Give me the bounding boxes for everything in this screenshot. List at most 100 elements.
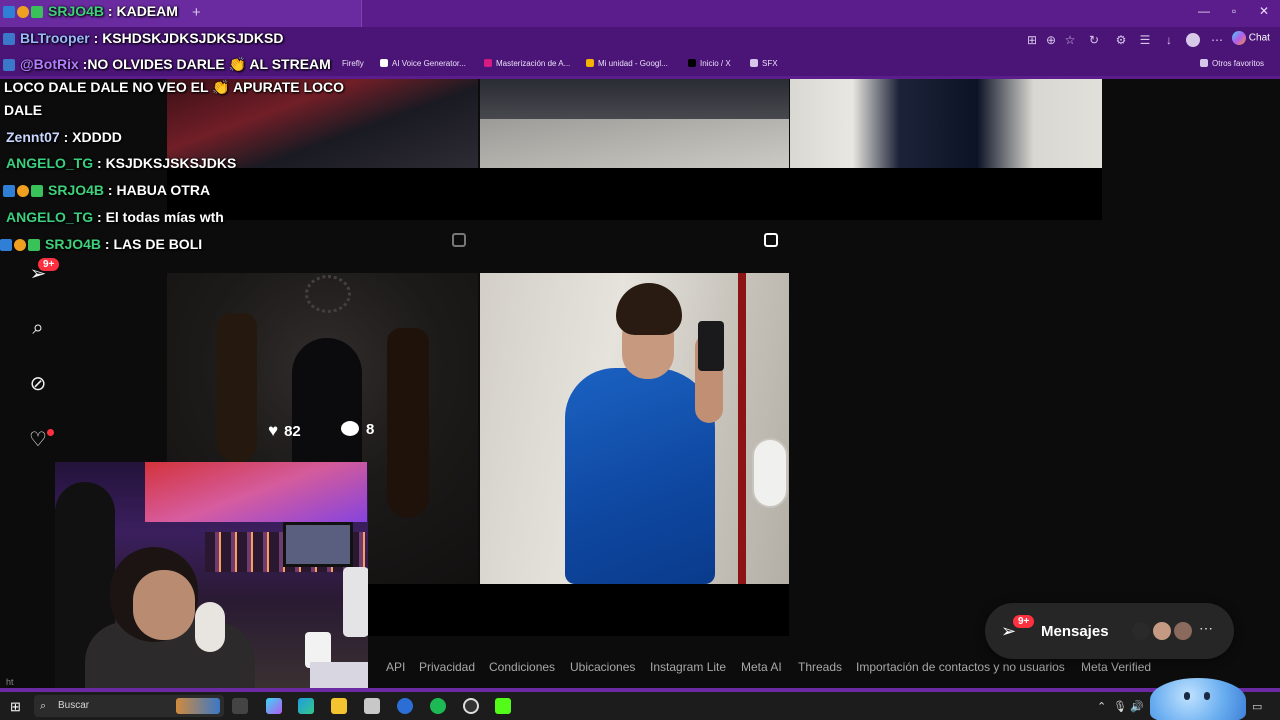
chat-badges bbox=[3, 5, 45, 22]
obs-icon[interactable] bbox=[463, 698, 479, 714]
post-thumbnail[interactable] bbox=[790, 79, 1102, 168]
prime-badge-icon bbox=[3, 6, 15, 18]
microphone-icon[interactable]: 🎙 bbox=[1113, 700, 1127, 713]
task-view-icon[interactable] bbox=[232, 698, 248, 714]
chat-username: @BotRix bbox=[20, 56, 79, 72]
refresh-icon[interactable]: ↻ bbox=[1087, 33, 1101, 47]
tray-expand-icon[interactable]: ⌃ bbox=[1097, 700, 1106, 713]
microphone bbox=[195, 602, 225, 652]
more-menu-icon[interactable]: ⋯ bbox=[1210, 33, 1224, 47]
favorite-star-icon[interactable]: ☆ bbox=[1063, 33, 1077, 47]
new-tab-icon[interactable]: + bbox=[192, 4, 201, 21]
footer-link-locations[interactable]: Ubicaciones bbox=[570, 660, 635, 674]
bookmark-label: Masterización de A... bbox=[496, 59, 571, 68]
chrome-taskbar-icon[interactable] bbox=[397, 698, 413, 714]
copilot-chat-button[interactable]: Chat bbox=[1232, 31, 1276, 49]
spotify-icon[interactable] bbox=[430, 698, 446, 714]
bookmark-label: AI Voice Generator... bbox=[392, 59, 466, 68]
chat-message: BLTrooper : KSHDSKJDKSJDKSJDKSD bbox=[3, 30, 283, 49]
notifications-badge: 9+ bbox=[38, 258, 60, 271]
bookmark-label: Firefly bbox=[342, 59, 364, 68]
download-icon[interactable]: ↓ bbox=[1162, 33, 1176, 47]
chat-username: BLTrooper bbox=[20, 30, 90, 46]
phone bbox=[698, 321, 724, 371]
maximize-icon[interactable]: ▫ bbox=[1226, 4, 1242, 18]
footer-link-meta-ai[interactable]: Meta AI bbox=[741, 660, 782, 674]
post-thumbnail[interactable] bbox=[480, 79, 789, 168]
app-grid-icon[interactable]: ⊞ bbox=[1025, 33, 1039, 47]
profile-avatar[interactable] bbox=[1186, 33, 1200, 47]
mirror-frame bbox=[480, 119, 789, 168]
monitor bbox=[283, 522, 353, 567]
messages-badge: 9+ bbox=[1013, 615, 1035, 628]
chat-username: Zennt07 bbox=[6, 129, 60, 145]
notifications-icon[interactable]: ▭ bbox=[1252, 700, 1262, 713]
file-explorer-icon[interactable] bbox=[331, 698, 347, 714]
post-thumbnail-selfie[interactable] bbox=[480, 273, 789, 584]
copilot-taskbar-icon[interactable] bbox=[266, 698, 282, 714]
chat-message-continued: LOCO DALE DALE NO VEO EL 👏 APURATE LOCO bbox=[4, 79, 344, 96]
chat-label: Chat bbox=[1248, 32, 1270, 44]
search-label: Buscar bbox=[58, 700, 90, 711]
more-icon: ⋯ bbox=[1199, 620, 1213, 636]
screen: + — ▫ ✕ ⊞ ⊕ ☆ ↻ ⚙ ☰ ↓ ⋯ Chat Firefly AI … bbox=[0, 0, 1280, 720]
explore-compass-icon[interactable]: ⊘ bbox=[26, 372, 50, 396]
bookmark-favicon bbox=[380, 59, 388, 67]
chat-badges bbox=[3, 184, 45, 201]
heart-icon: ♥ bbox=[268, 421, 279, 440]
streamer-webcam bbox=[55, 462, 368, 692]
search-icon[interactable]: ⌕ bbox=[26, 316, 50, 340]
carousel-icon bbox=[452, 233, 466, 247]
chat-username: ANGELO_TG bbox=[6, 209, 94, 225]
carousel-icon bbox=[764, 233, 778, 247]
volume-icon[interactable]: 🔊 bbox=[1130, 700, 1144, 713]
footer-link-privacy[interactable]: Privacidad bbox=[419, 660, 475, 674]
taskbar-search[interactable]: ⌕ Buscar bbox=[34, 695, 224, 717]
x-icon bbox=[688, 59, 696, 67]
url-hint: ht bbox=[6, 677, 14, 687]
extensions-icon[interactable]: ⚙ bbox=[1114, 33, 1128, 47]
bookmark-x[interactable]: Inicio / X bbox=[688, 59, 731, 68]
bookmark-label: Inicio / X bbox=[700, 59, 731, 68]
chat-text: : KSHDSKJDKSJDKSJDKSD bbox=[89, 30, 284, 46]
minimize-icon[interactable]: — bbox=[1196, 4, 1212, 18]
chat-text: LOCO DALE DALE NO VEO EL 👏 APURATE LOCO bbox=[4, 79, 344, 95]
likes-count: 82 bbox=[284, 423, 301, 440]
bookmark-firefly[interactable]: Firefly bbox=[342, 59, 364, 68]
chat-badges bbox=[0, 238, 42, 255]
footer-link-terms[interactable]: Condiciones bbox=[489, 660, 555, 674]
search-icon: ⌕ bbox=[40, 700, 47, 712]
footer-link-contact-import[interactable]: Importación de contactos y no usuarios bbox=[856, 660, 1065, 674]
other-favorites[interactable]: Otros favoritos bbox=[1200, 59, 1264, 68]
footer-link-meta-verified[interactable]: Meta Verified bbox=[1081, 660, 1151, 674]
footer-link-threads[interactable]: Threads bbox=[798, 660, 842, 674]
sub-badge-icon bbox=[31, 185, 43, 197]
bookmark-label: SFX bbox=[762, 59, 778, 68]
browser-tab-bar: + — ▫ ✕ bbox=[0, 0, 1280, 27]
chat-text: DALE bbox=[4, 102, 43, 118]
other-favorites-label: Otros favoritos bbox=[1212, 59, 1265, 68]
chat-message-continued: DALE bbox=[4, 102, 42, 119]
toilet bbox=[752, 438, 788, 508]
messages-button[interactable]: ➢ 9+ Mensajes ⋯ bbox=[985, 603, 1234, 659]
footer-link-api[interactable]: API bbox=[386, 660, 405, 674]
chat-username: SRJO4B bbox=[48, 182, 105, 198]
comment-icon bbox=[341, 421, 359, 436]
hair bbox=[616, 283, 682, 335]
avatar bbox=[1151, 620, 1173, 642]
windows-start-icon[interactable]: ⊞ bbox=[10, 699, 21, 715]
bookmark-google-drive[interactable]: Mi unidad - Googl... bbox=[586, 59, 668, 68]
collections-icon[interactable]: ☰ bbox=[1138, 33, 1152, 47]
bookmark-masterizacion[interactable]: Masterización de A... bbox=[484, 59, 570, 68]
kick-icon[interactable] bbox=[495, 698, 511, 714]
footer-link-instagram-lite[interactable]: Instagram Lite bbox=[650, 660, 726, 674]
close-icon[interactable]: ✕ bbox=[1256, 4, 1272, 18]
edge-taskbar-icon[interactable] bbox=[298, 698, 314, 714]
app-taskbar-icon[interactable] bbox=[364, 698, 380, 714]
bot-badge-icon bbox=[3, 59, 15, 71]
tier-badge-icon bbox=[17, 6, 29, 18]
zoom-icon[interactable]: ⊕ bbox=[1044, 33, 1058, 47]
bookmark-ai-voice[interactable]: AI Voice Generator... bbox=[380, 59, 466, 68]
drive-icon bbox=[586, 59, 594, 67]
bookmark-sfx[interactable]: SFX bbox=[750, 59, 778, 68]
